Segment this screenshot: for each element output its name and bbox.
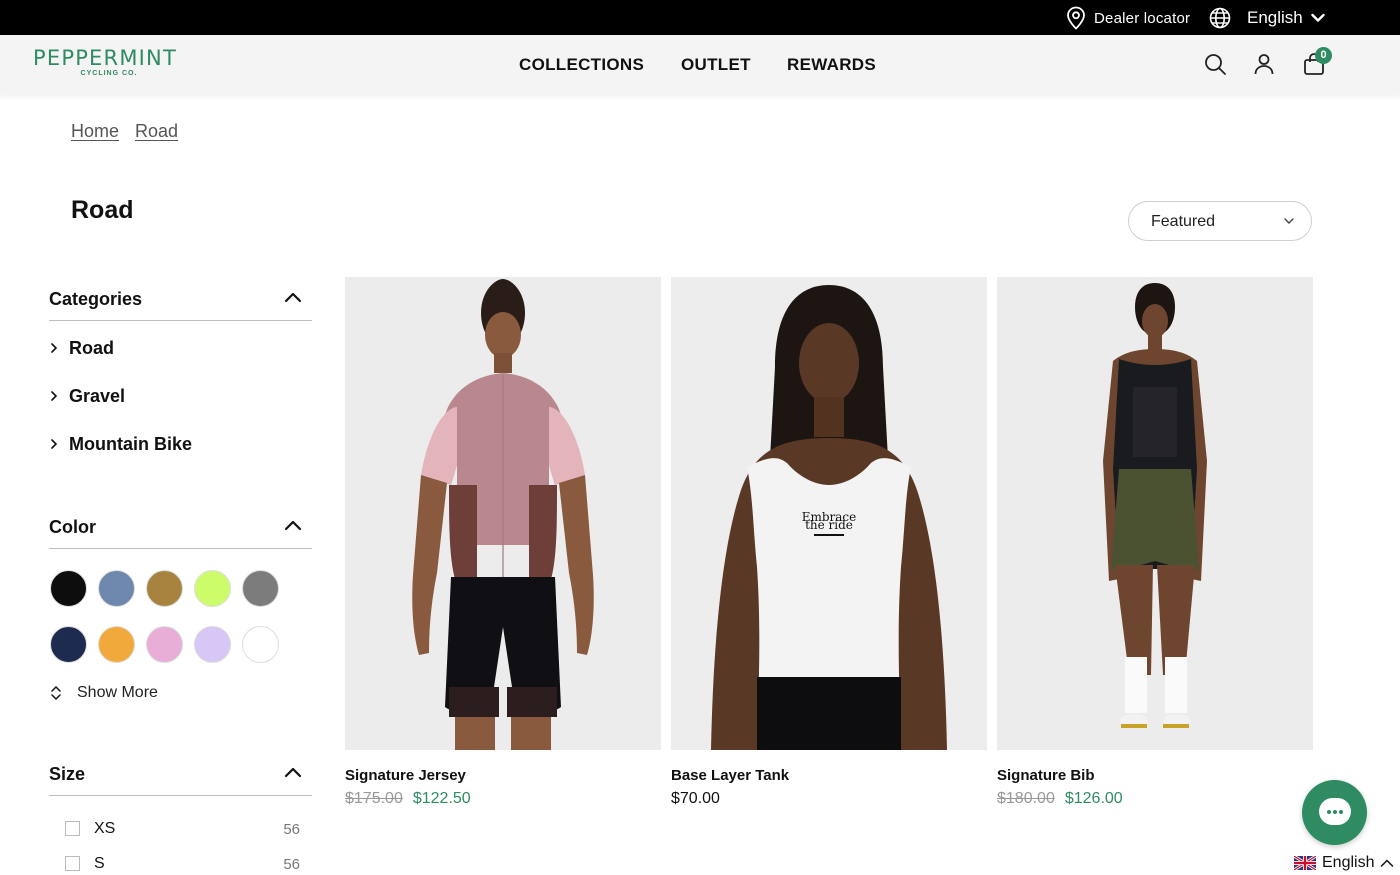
logo-subtitle: CYCLING CO. bbox=[80, 70, 138, 77]
breadcrumb-home[interactable]: Home bbox=[71, 121, 119, 142]
tank-chest-print: Embrace the ride bbox=[802, 510, 857, 532]
logo-wordmark: PEPPERMINT bbox=[33, 46, 177, 70]
product-photo-jersey bbox=[345, 277, 661, 750]
product-card-signature-jersey[interactable]: Signature Jersey $175.00 $122.50 bbox=[345, 277, 661, 807]
language-selector[interactable]: English bbox=[1209, 6, 1325, 30]
chevron-right-icon bbox=[51, 343, 58, 353]
footer-language-label: English bbox=[1322, 854, 1375, 871]
size-count: 56 bbox=[283, 821, 300, 838]
color-swatch[interactable] bbox=[98, 626, 135, 663]
size-label: XS bbox=[94, 820, 116, 837]
brand-logo[interactable]: PEPPERMINT CYCLING CO. bbox=[33, 47, 193, 83]
size-label: S bbox=[94, 855, 105, 872]
map-pin-icon bbox=[1067, 6, 1085, 30]
expand-icon bbox=[51, 686, 61, 700]
price-original: $175.00 bbox=[345, 790, 403, 807]
dealer-locator-link[interactable]: Dealer locator bbox=[1066, 6, 1190, 30]
category-label: Gravel bbox=[69, 385, 126, 406]
product-name[interactable]: Signature Bib bbox=[997, 767, 1095, 784]
product-name[interactable]: Base Layer Tank bbox=[671, 767, 789, 784]
globe-icon bbox=[1209, 7, 1231, 29]
print-line-2: the ride bbox=[805, 518, 853, 532]
category-label: Road bbox=[69, 337, 114, 358]
chevron-up-icon bbox=[284, 767, 302, 778]
product-photo-tank: Embrace the ride bbox=[671, 277, 987, 750]
size-checkbox[interactable] bbox=[65, 821, 80, 836]
categories-filter-header[interactable]: Categories bbox=[49, 281, 312, 321]
color-title: Color bbox=[49, 517, 96, 537]
chevron-down-icon bbox=[1284, 218, 1294, 224]
product-price: $70.00 bbox=[671, 790, 720, 808]
color-swatch[interactable] bbox=[194, 570, 231, 607]
color-swatch[interactable] bbox=[146, 626, 183, 663]
chevron-right-icon bbox=[51, 439, 58, 449]
color-swatch[interactable] bbox=[146, 570, 183, 607]
breadcrumb-road[interactable]: Road bbox=[135, 121, 178, 142]
sort-dropdown[interactable]: Featured bbox=[1128, 201, 1312, 241]
chevron-up-icon bbox=[1381, 859, 1394, 867]
color-swatch[interactable] bbox=[242, 626, 279, 663]
categories-title: Categories bbox=[49, 289, 143, 309]
footer-language-switcher[interactable]: English bbox=[1294, 852, 1394, 874]
color-swatch[interactable] bbox=[98, 570, 135, 607]
size-option-xs[interactable]: XS 56 bbox=[65, 819, 300, 839]
size-option-s[interactable]: S 56 bbox=[65, 854, 300, 874]
nav-collections[interactable]: COLLECTIONS bbox=[519, 55, 644, 75]
product-image[interactable]: Embrace the ride bbox=[671, 277, 987, 750]
chevron-up-icon bbox=[284, 520, 302, 531]
chat-widget-button[interactable] bbox=[1302, 780, 1367, 845]
size-title: Size bbox=[49, 764, 86, 784]
color-filter-header[interactable]: Color bbox=[49, 509, 312, 549]
product-image[interactable] bbox=[345, 277, 661, 750]
product-price: $175.00 $122.50 bbox=[345, 790, 471, 808]
utility-bar: Dealer locator English bbox=[0, 0, 1400, 35]
color-swatch[interactable] bbox=[242, 570, 279, 607]
language-label: English bbox=[1247, 8, 1303, 27]
price-sale: $122.50 bbox=[412, 790, 471, 807]
nav-rewards[interactable]: REWARDS bbox=[787, 55, 876, 75]
chevron-up-icon bbox=[284, 292, 302, 303]
site-header: PEPPERMINT CYCLING CO. COLLECTIONS OUTLE… bbox=[0, 35, 1400, 95]
search-icon[interactable] bbox=[1203, 52, 1227, 76]
cart-count-badge: 0 bbox=[1315, 47, 1332, 64]
category-road[interactable]: Road bbox=[49, 336, 114, 360]
category-gravel[interactable]: Gravel bbox=[49, 384, 125, 408]
product-photo-bib bbox=[997, 277, 1313, 750]
product-image[interactable] bbox=[997, 277, 1313, 750]
sort-selected-label: Featured bbox=[1151, 213, 1216, 230]
price-sale: $126.00 bbox=[1064, 790, 1123, 807]
uk-flag-icon bbox=[1294, 856, 1316, 870]
chevron-right-icon bbox=[51, 391, 58, 401]
price-original: $180.00 bbox=[997, 790, 1055, 807]
price-regular: $70.00 bbox=[671, 790, 720, 807]
category-label: Mountain Bike bbox=[69, 433, 193, 454]
page-title: Road bbox=[71, 196, 134, 224]
size-checkbox[interactable] bbox=[65, 856, 80, 871]
nav-outlet[interactable]: OUTLET bbox=[681, 55, 751, 75]
dealer-locator-label: Dealer locator bbox=[1094, 9, 1191, 27]
chat-bubble-icon bbox=[1319, 798, 1351, 825]
product-name[interactable]: Signature Jersey bbox=[345, 767, 466, 784]
show-more-label: Show More bbox=[77, 684, 158, 701]
product-card-base-layer-tank[interactable]: Embrace the ride Base Layer Tank $70.00 bbox=[671, 277, 987, 807]
account-icon[interactable] bbox=[1252, 52, 1276, 76]
size-count: 56 bbox=[283, 856, 300, 873]
show-more-colors-button[interactable]: Show More bbox=[49, 682, 158, 704]
color-swatch[interactable] bbox=[50, 570, 87, 607]
color-swatch[interactable] bbox=[194, 626, 231, 663]
product-card-signature-bib[interactable]: Signature Bib $180.00 $126.00 bbox=[997, 277, 1313, 807]
product-price: $180.00 $126.00 bbox=[997, 790, 1123, 808]
chevron-down-icon bbox=[1311, 13, 1325, 22]
category-mountain-bike[interactable]: Mountain Bike bbox=[49, 432, 192, 456]
size-filter-header[interactable]: Size bbox=[49, 756, 312, 796]
color-swatch[interactable] bbox=[50, 626, 87, 663]
